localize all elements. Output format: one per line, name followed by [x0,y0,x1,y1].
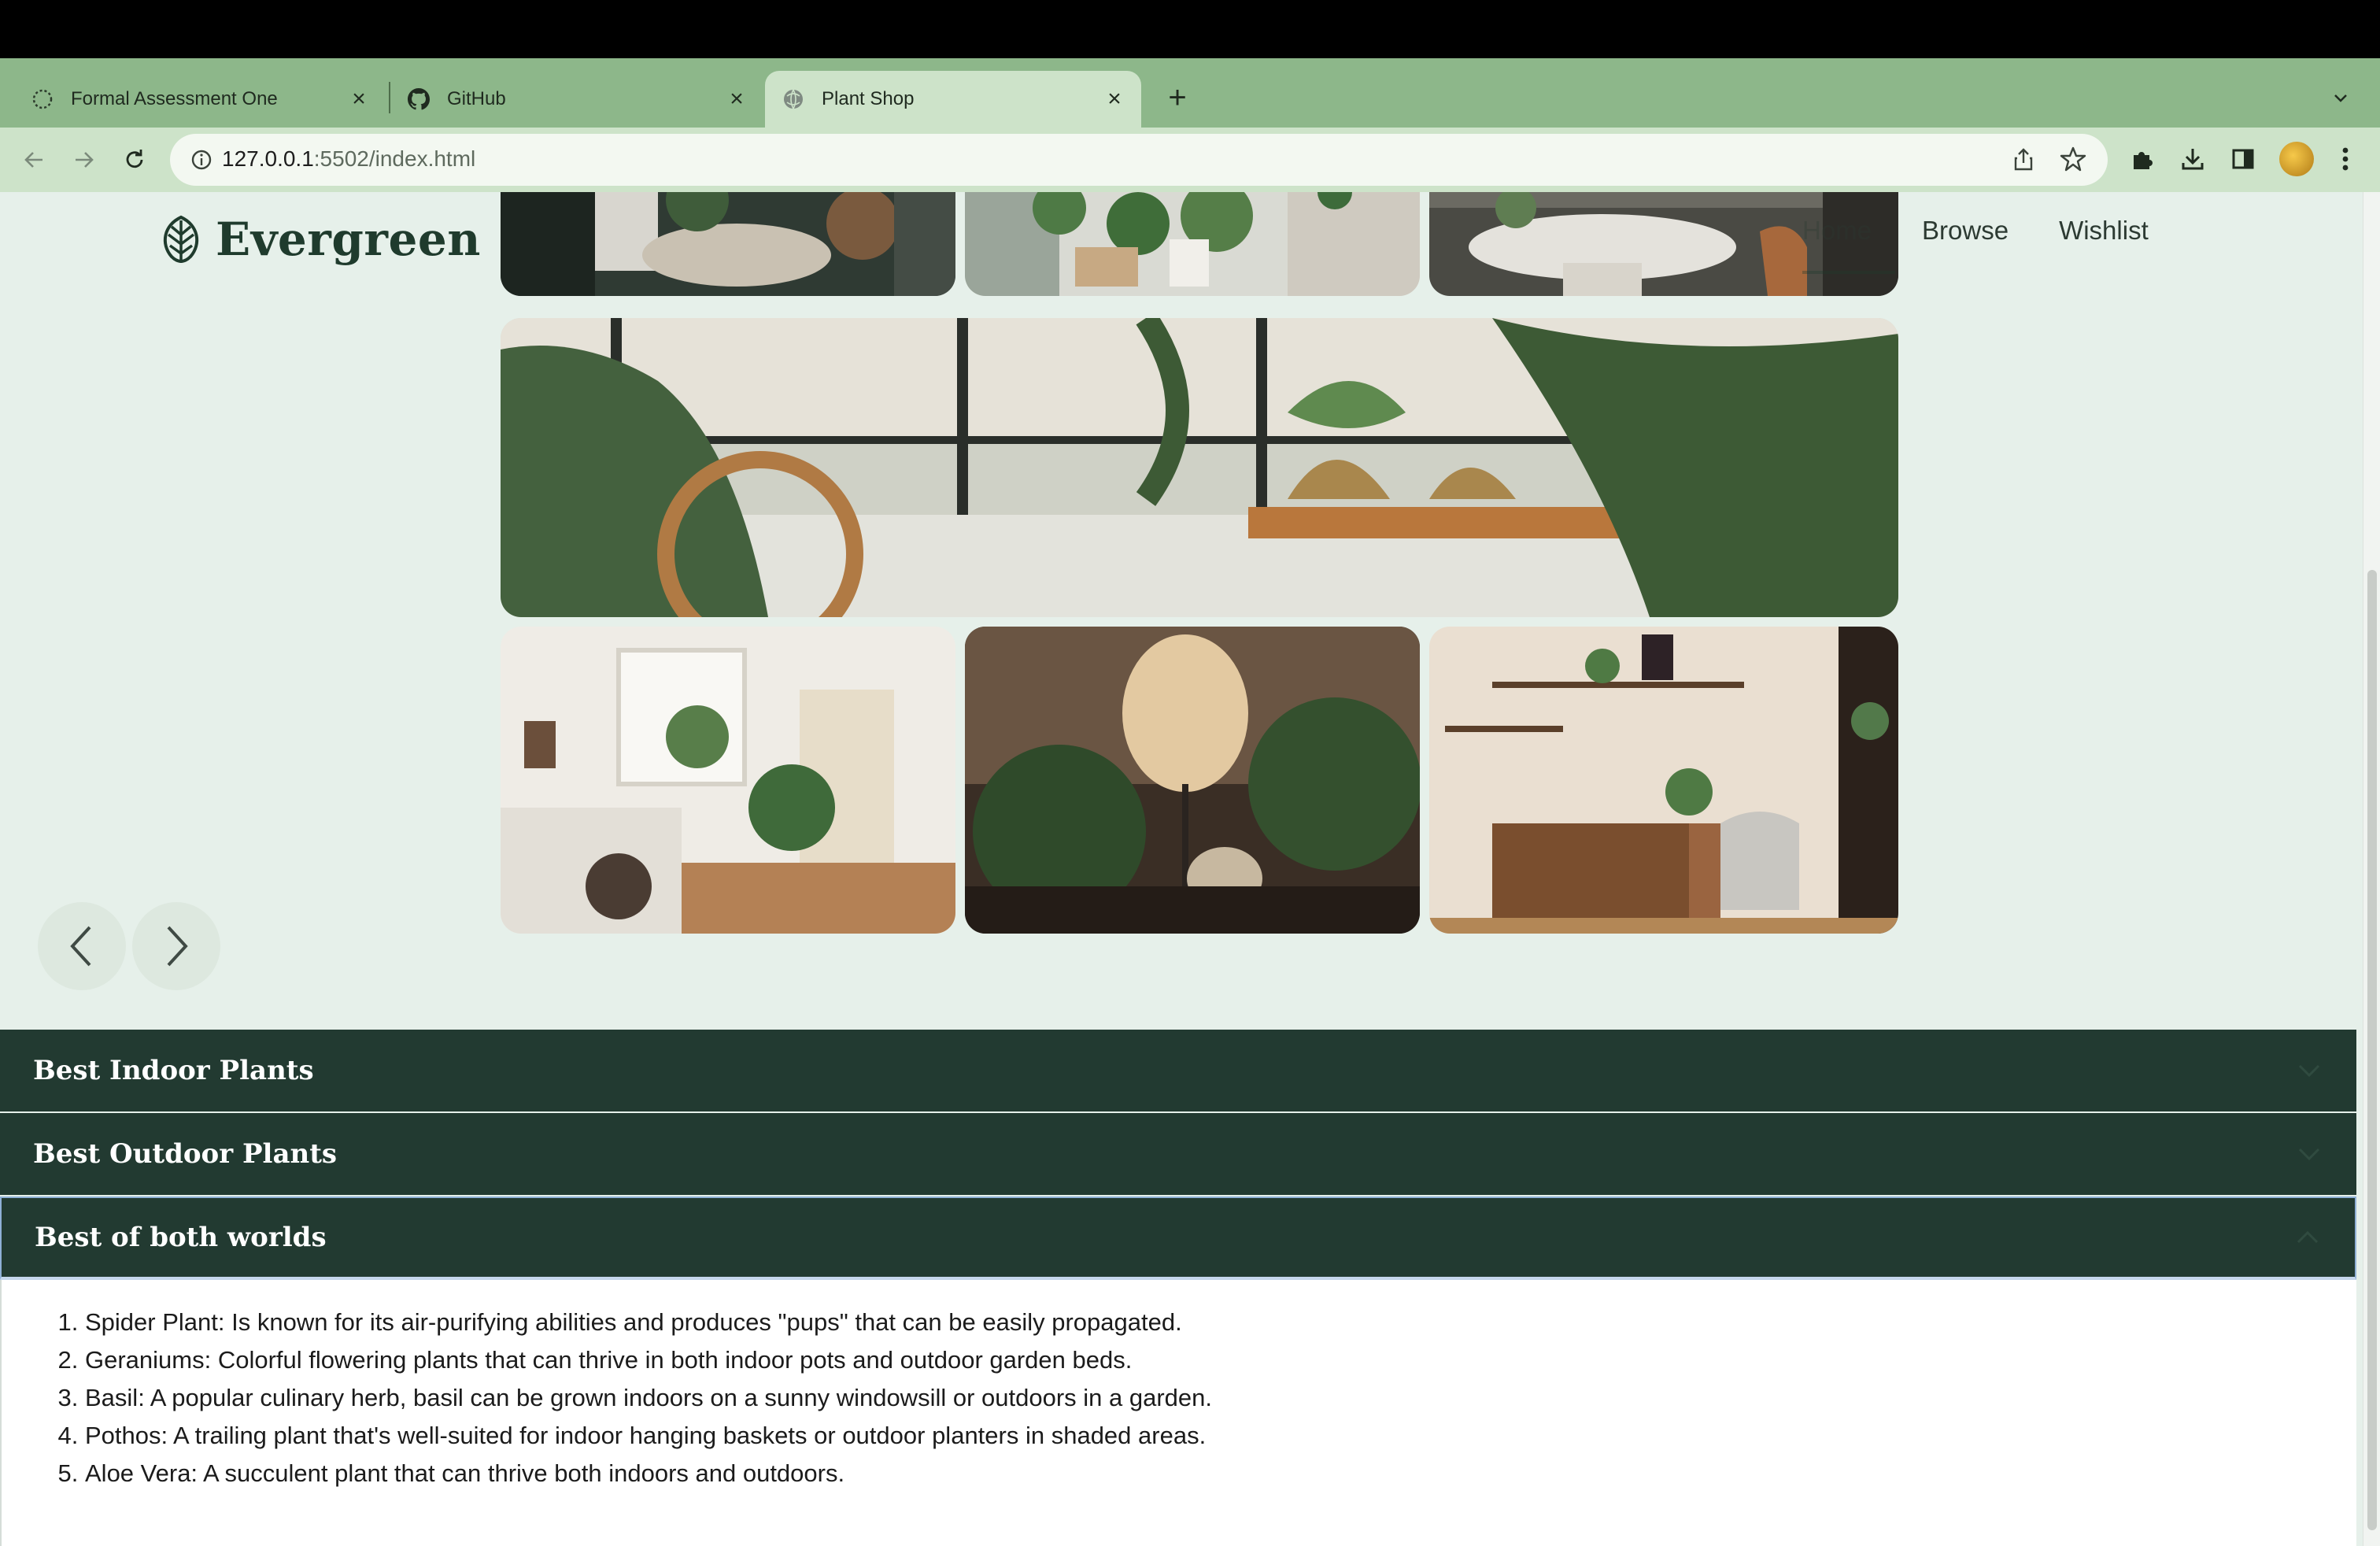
accordion-header-outdoor[interactable]: Best Outdoor Plants [0,1113,2356,1196]
reload-icon[interactable] [116,142,153,178]
screen-top-bezel [0,0,2380,58]
tab-separator [389,82,390,113]
close-tab-icon[interactable]: × [721,83,752,115]
logo-text: Evergreen [216,213,481,266]
carousel-prev-button[interactable] [38,902,126,990]
address-bar[interactable]: 127.0.0.1:5502/index.html [170,134,2108,186]
carousel-next-button[interactable] [132,902,220,990]
page-scrollbar[interactable] [2363,192,2380,1546]
accordion-body-both: Spider Plant: Is known for its air-purif… [0,1280,2356,1546]
share-icon[interactable] [2010,146,2037,173]
close-tab-icon[interactable]: × [343,83,375,115]
tab-plant-shop[interactable]: Plant Shop × [765,71,1141,128]
gallery-image-lamp [965,627,1420,934]
close-tab-icon[interactable]: × [1099,83,1130,115]
url-path: :5502/index.html [313,146,476,171]
nav-wishlist[interactable]: Wishlist [2059,216,2149,246]
main-nav: Home Browse Wishlist [1802,216,2149,274]
tab-search-chevron-icon[interactable] [2325,82,2356,113]
gallery-image-1 [501,192,955,296]
tab-formal-assessment[interactable]: Formal Assessment One × [0,71,386,128]
accordion-title: Best of both worlds [35,1222,327,1253]
carousel-controls [38,902,220,990]
new-tab-button[interactable]: + [1160,80,1195,115]
forward-arrow-icon[interactable] [66,142,102,178]
list-item: Spider Plant: Is known for its air-purif… [85,1304,2356,1341]
gallery-image-shelves [1429,627,1898,934]
chevron-up-icon [2297,1230,2319,1244]
github-icon [408,88,430,110]
loading-icon [31,88,54,110]
scrollbar-thumb[interactable] [2367,570,2377,1530]
tab-title: Formal Assessment One [71,88,278,109]
url-host: 127.0.0.1 [222,146,314,171]
leaf-logo-icon [164,215,198,263]
site-logo[interactable]: Evergreen [157,213,481,266]
accordion-header-indoor[interactable]: Best Indoor Plants [0,1030,2356,1113]
chevron-left-icon [70,926,91,967]
list-item: Pothos: A trailing plant that's well-sui… [85,1417,2356,1455]
extensions-puzzle-icon[interactable] [2125,142,2160,176]
side-panel-icon[interactable] [2226,142,2260,176]
gallery-image-wide [501,318,1898,617]
profile-avatar[interactable] [2279,142,2314,176]
accordion-title: Best Outdoor Plants [33,1138,338,1170]
url-text: 127.0.0.1:5502/index.html [222,146,475,172]
accordion-header-both[interactable]: Best of both worlds [0,1196,2356,1280]
chevron-down-icon [2298,1064,2320,1078]
browser-toolbar: 127.0.0.1:5502/index.html [0,128,2380,192]
bookmark-star-icon[interactable] [2059,145,2087,173]
gallery-image-bedroom [501,627,955,934]
nav-home[interactable]: Home [1802,216,1896,274]
webpage-viewport: Evergreen Home Browse Wishlist Best Indo… [0,192,2380,1546]
nav-browse[interactable]: Browse [1922,216,2009,246]
chevron-down-icon [2298,1148,2320,1161]
tab-title: Plant Shop [822,88,915,109]
list-item: Geraniums: Colorful flowering plants tha… [85,1341,2356,1379]
globe-icon [782,88,804,110]
back-arrow-icon[interactable] [16,142,52,178]
list-item: Aloe Vera: A succulent plant that can th… [85,1455,2356,1492]
plants-accordion: Best Indoor Plants Best Outdoor Plants B… [0,1030,2356,1546]
list-item: Basil: A popular culinary herb, basil ca… [85,1379,2356,1417]
tab-github[interactable]: GitHub × [394,71,763,128]
plant-list: Spider Plant: Is known for its air-purif… [60,1304,2356,1492]
tab-title: GitHub [447,88,506,109]
tab-strip: Formal Assessment One × GitHub × Plant S… [0,58,2380,128]
gallery-image-2 [965,192,1420,296]
download-icon[interactable] [2175,142,2210,176]
more-menu-icon[interactable] [2328,142,2363,176]
accordion-title: Best Indoor Plants [33,1055,314,1086]
chevron-right-icon [167,926,188,967]
site-info-icon[interactable] [189,147,214,172]
